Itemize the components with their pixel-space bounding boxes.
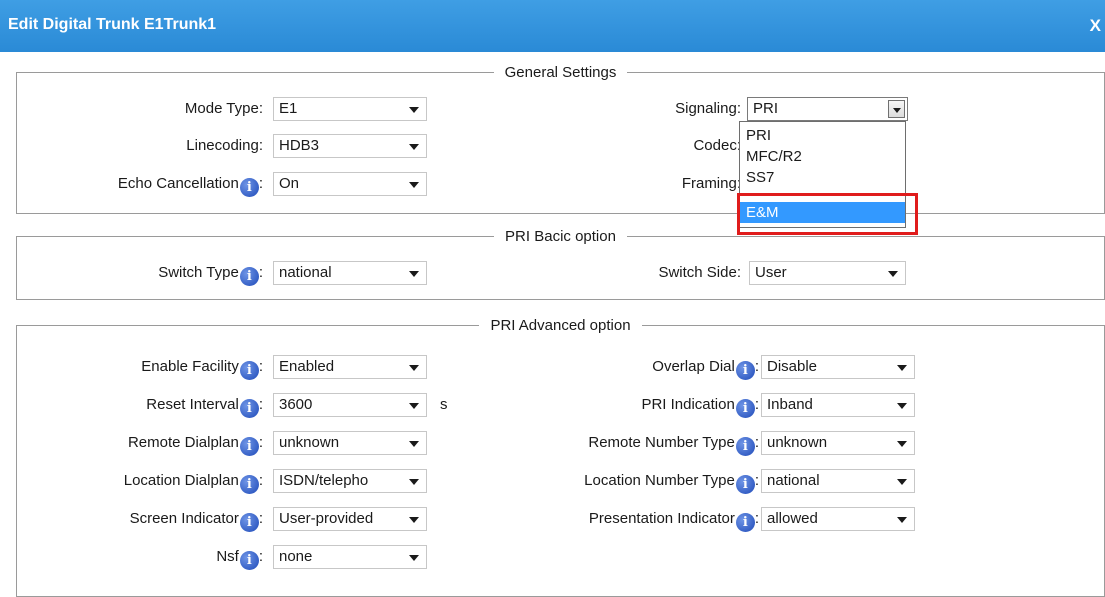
chevron-down-icon <box>409 107 419 113</box>
switch-type-select[interactable]: national <box>273 261 427 285</box>
info-icon[interactable]: i <box>239 551 259 570</box>
echo-cancellation-select[interactable]: On <box>273 172 427 196</box>
chevron-down-icon <box>897 365 907 371</box>
dialog-title: Edit Digital Trunk E1Trunk1 <box>8 16 217 33</box>
pri-advanced-legend: PRI Advanced option <box>490 317 631 334</box>
chevron-down-icon <box>897 403 907 409</box>
chevron-down-icon <box>409 271 419 277</box>
switch-side-select[interactable]: User <box>749 261 906 285</box>
chevron-down-icon <box>893 108 901 113</box>
enable-facility-select[interactable]: Enabled <box>273 355 427 379</box>
info-icon[interactable]: i <box>735 513 755 532</box>
info-icon[interactable]: i <box>735 361 755 380</box>
mode-type-label: Mode Type: <box>184 100 263 117</box>
mode-type-select[interactable]: E1 <box>273 97 427 121</box>
pri-indication-label: PRI Indication i: <box>641 396 759 418</box>
chevron-down-icon <box>897 479 907 485</box>
nsf-select[interactable]: none <box>273 545 427 569</box>
remote-number-type-select[interactable]: unknown <box>761 431 915 455</box>
option-mfc-r2[interactable]: MFC/R2 <box>740 146 905 167</box>
remote-dialplan-select[interactable]: unknown <box>273 431 427 455</box>
linecoding-label: Linecoding: <box>186 137 263 154</box>
info-icon[interactable]: i <box>239 399 259 418</box>
location-dialplan-label: Location Dialplan i: <box>123 472 263 494</box>
dropdown-button[interactable] <box>888 100 905 118</box>
screen-indicator-select[interactable]: User-provided <box>273 507 427 531</box>
reset-interval-label: Reset Interval i: <box>146 396 263 418</box>
chevron-down-icon <box>409 479 419 485</box>
chevron-down-icon <box>409 403 419 409</box>
switch-type-label: Switch Type i: <box>158 264 263 286</box>
linecoding-select[interactable]: HDB3 <box>273 134 427 158</box>
screen-indicator-label: Screen Indicator i: <box>129 510 263 532</box>
chevron-down-icon <box>409 365 419 371</box>
chevron-down-icon <box>409 144 419 150</box>
option-ss7[interactable]: SS7 <box>740 167 905 188</box>
dialog-title-bar: Edit Digital Trunk E1Trunk1 X <box>0 0 1105 52</box>
enable-facility-label: Enable Facility i: <box>141 358 263 380</box>
info-icon[interactable]: i <box>239 475 259 494</box>
nsf-label: Nsf i: <box>216 548 263 570</box>
pri-basic-legend: PRI Bacic option <box>505 228 616 245</box>
pri-indication-select[interactable]: Inband <box>761 393 915 417</box>
reset-interval-unit: s <box>440 396 448 413</box>
info-icon[interactable]: i <box>239 178 259 197</box>
chevron-down-icon <box>409 555 419 561</box>
overlap-dial-select[interactable]: Disable <box>761 355 915 379</box>
info-icon[interactable]: i <box>239 437 259 456</box>
location-dialplan-select[interactable]: ISDN/telepho <box>273 469 427 493</box>
chevron-down-icon <box>897 441 907 447</box>
framing-label: Framing: <box>681 175 741 192</box>
switch-side-label: Switch Side: <box>658 264 741 281</box>
codec-label: Codec: <box>693 137 741 154</box>
close-button[interactable]: X <box>1090 16 1101 36</box>
presentation-indicator-label: Presentation Indicator i: <box>588 510 759 532</box>
overlap-dial-label: Overlap Dial i: <box>652 358 759 380</box>
chevron-down-icon <box>409 182 419 188</box>
general-settings-legend: General Settings <box>504 64 617 81</box>
info-icon[interactable]: i <box>239 361 259 380</box>
signaling-select[interactable]: PRI <box>747 97 908 121</box>
location-number-type-select[interactable]: national <box>761 469 915 493</box>
option-pri[interactable]: PRI <box>740 125 905 146</box>
presentation-indicator-select[interactable]: allowed <box>761 507 915 531</box>
remote-dialplan-label: Remote Dialplan i: <box>127 434 263 456</box>
chevron-down-icon <box>897 517 907 523</box>
chevron-down-icon <box>888 271 898 277</box>
echo-cancellation-label: Echo Cancellation i: <box>117 175 263 197</box>
info-icon[interactable]: i <box>735 475 755 494</box>
highlight-annotation-box <box>737 193 918 235</box>
location-number-type-label: Location Number Type i: <box>584 472 759 494</box>
info-icon[interactable]: i <box>735 437 755 456</box>
signaling-label: Signaling: <box>675 100 741 117</box>
chevron-down-icon <box>409 517 419 523</box>
reset-interval-select[interactable]: 3600 <box>273 393 427 417</box>
info-icon[interactable]: i <box>735 399 755 418</box>
chevron-down-icon <box>409 441 419 447</box>
remote-number-type-label: Remote Number Type i: <box>588 434 759 456</box>
info-icon[interactable]: i <box>239 513 259 532</box>
info-icon[interactable]: i <box>239 267 259 286</box>
